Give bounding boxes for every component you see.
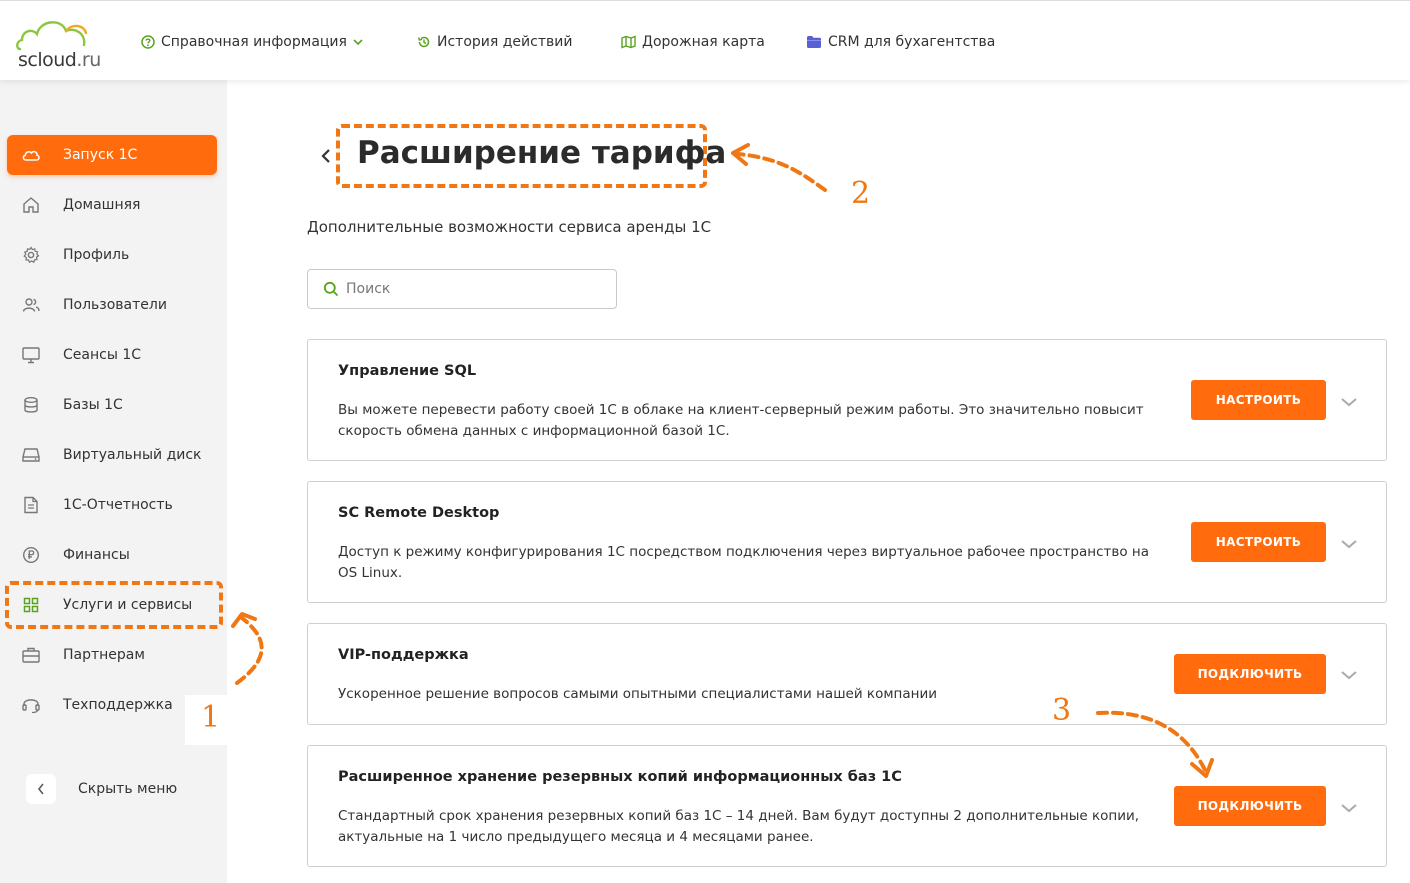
ruble-icon: [21, 545, 41, 565]
sidebar-item-launch-1c[interactable]: Запуск 1С: [7, 135, 217, 175]
nav-roadmap-label: Дорожная карта: [642, 34, 765, 50]
service-card-remote-desktop: SC Remote Desktop Доступ к режиму конфиг…: [307, 481, 1387, 603]
service-card-vip-support: VIP-поддержка Ускоренное решение вопросо…: [307, 623, 1387, 725]
gear-icon: [21, 245, 41, 265]
sidebar-item-users[interactable]: Пользователи: [7, 285, 217, 325]
connect-button[interactable]: ПОДКЛЮЧИТЬ: [1174, 786, 1326, 826]
hide-menu-label: Скрыть меню: [78, 781, 178, 797]
sidebar-item-profile[interactable]: Профиль: [7, 235, 217, 275]
cloud-icon: [21, 145, 41, 165]
arrow-2: [736, 152, 827, 192]
annotation-highlight-services: [5, 581, 223, 629]
card-title: Расширенное хранение резервных копий инф…: [338, 769, 902, 785]
card-description: Вы можете перевести работу своей 1С в об…: [338, 402, 1144, 439]
chevron-down-icon[interactable]: [1340, 538, 1358, 550]
card-description: Стандартный срок хранения резервных копи…: [338, 808, 1140, 845]
chevron-down-icon[interactable]: [1340, 669, 1358, 681]
card-description: Доступ к режиму конфигурирования 1С поср…: [338, 544, 1149, 581]
connect-button[interactable]: ПОДКЛЮЧИТЬ: [1174, 654, 1326, 694]
service-card-sql: Управление SQL Вы можете перевести работ…: [307, 339, 1387, 461]
nav-crm-label: CRM для бухагентства: [828, 34, 996, 50]
chevron-down-icon: [353, 39, 363, 46]
sidebar-item-home[interactable]: Домашняя: [7, 185, 217, 225]
card-title: Управление SQL: [338, 363, 477, 379]
sidebar-item-label: Сеансы 1С: [63, 347, 142, 363]
monitor-icon: [21, 345, 41, 365]
service-card-extended-backup: Расширенное хранение резервных копий инф…: [307, 745, 1387, 867]
page-title: Расширение тарифа: [357, 135, 727, 171]
sidebar-item-label: Базы 1С: [63, 397, 123, 413]
annotation-number-3: 3: [1052, 693, 1072, 728]
sidebar-item-finance[interactable]: Финансы: [7, 535, 217, 575]
chevron-down-icon[interactable]: [1340, 396, 1358, 408]
arrow-1-head: [231, 612, 257, 628]
annotation-number-1: 1: [201, 700, 221, 735]
hide-menu-button[interactable]: Скрыть меню: [26, 774, 177, 804]
sidebar-item-databases[interactable]: Базы 1С: [7, 385, 217, 425]
arrow-1: [235, 616, 264, 685]
history-icon: [417, 36, 430, 48]
back-arrow-icon[interactable]: [317, 145, 337, 167]
map-icon: [621, 35, 636, 49]
database-icon: [21, 395, 41, 415]
headset-icon: [21, 695, 41, 715]
disk-icon: [21, 445, 41, 465]
annotation-number-2: 2: [851, 176, 871, 211]
logo-text: scloud.ru: [18, 49, 101, 71]
page-subtitle: Дополнительные возможности сервиса аренд…: [307, 218, 712, 236]
configure-button[interactable]: НАСТРОИТЬ: [1191, 522, 1326, 562]
nav-help-label: Справочная информация: [161, 34, 347, 50]
chevron-down-icon[interactable]: [1340, 802, 1358, 814]
card-description: Ускоренное решение вопросов самыми опытн…: [338, 686, 938, 702]
sidebar: Запуск 1С Домашняя Профиль Пользователи …: [0, 80, 227, 883]
sidebar-item-virtual-disk[interactable]: Виртуальный диск: [7, 435, 217, 475]
nav-crm[interactable]: CRM для бухагентства: [806, 32, 995, 52]
sidebar-item-reporting[interactable]: 1С-Отчетность: [7, 485, 217, 525]
nav-history[interactable]: История действий: [417, 32, 572, 52]
chevron-left-icon: [26, 774, 56, 804]
users-icon: [21, 295, 41, 315]
configure-button[interactable]: НАСТРОИТЬ: [1191, 380, 1326, 420]
sidebar-item-label: 1С-Отчетность: [63, 497, 173, 513]
folder-icon: [807, 36, 821, 48]
help-circle-icon: [141, 35, 155, 49]
card-title: VIP-поддержка: [338, 647, 469, 663]
sidebar-item-label: Домашняя: [63, 197, 141, 213]
home-icon: [21, 195, 41, 215]
scloud-logo[interactable]: scloud.ru: [14, 15, 101, 73]
nav-help[interactable]: Справочная информация: [141, 32, 363, 52]
search-input[interactable]: [346, 281, 596, 297]
briefcase-icon: [21, 645, 41, 665]
sidebar-item-label: Финансы: [63, 547, 130, 563]
document-icon: [21, 495, 41, 515]
top-header: scloud.ru Справочная информация История …: [0, 0, 1410, 80]
sidebar-item-label: Партнерам: [63, 647, 145, 663]
sidebar-item-sessions[interactable]: Сеансы 1С: [7, 335, 217, 375]
nav-history-label: История действий: [437, 34, 573, 50]
sidebar-item-partners[interactable]: Партнерам: [7, 635, 217, 675]
sidebar-item-label: Виртуальный диск: [63, 447, 202, 463]
sidebar-item-label: Запуск 1С: [63, 147, 138, 163]
search-icon: [323, 281, 339, 297]
sidebar-item-label: Пользователи: [63, 297, 167, 313]
card-title: SC Remote Desktop: [338, 505, 500, 521]
sidebar-item-label: Профиль: [63, 247, 130, 263]
search-field[interactable]: [307, 269, 617, 309]
arrow-2-head: [731, 143, 750, 166]
nav-roadmap[interactable]: Дорожная карта: [621, 32, 765, 52]
sidebar-item-label: Техподдержка: [63, 697, 173, 713]
